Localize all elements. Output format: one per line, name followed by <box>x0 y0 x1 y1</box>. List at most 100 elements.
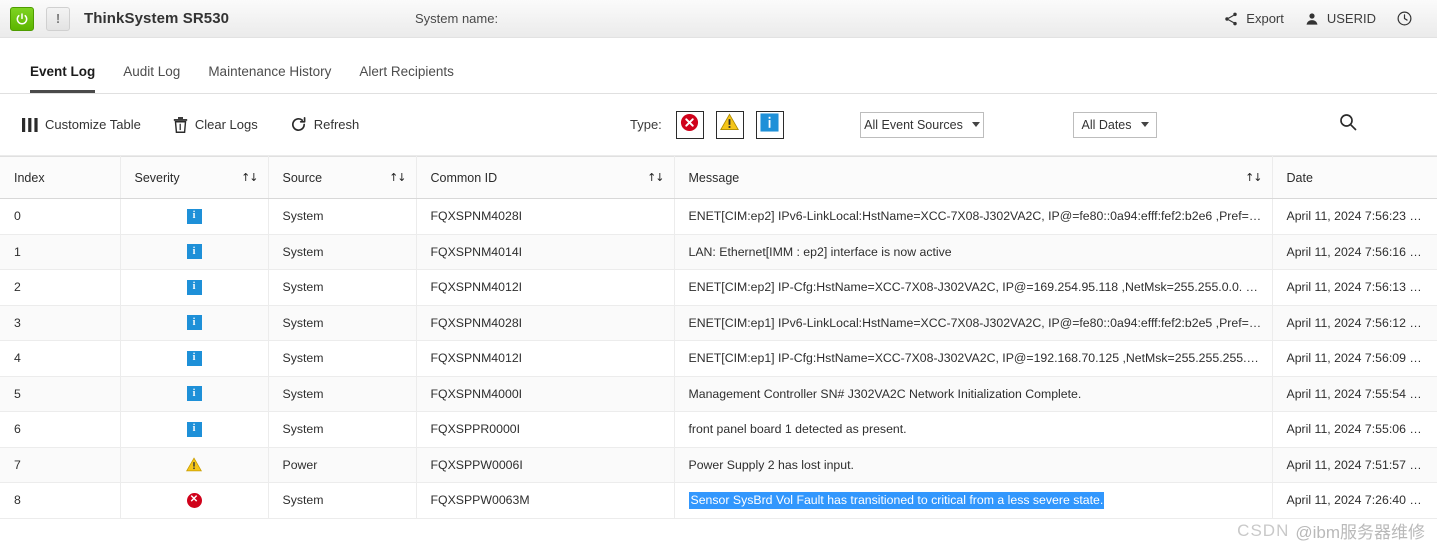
column-header-index[interactable]: Index <box>0 156 121 199</box>
dates-dropdown[interactable]: All Dates <box>1073 111 1157 138</box>
column-label-index: Index <box>14 170 45 185</box>
cell-index: 6 <box>0 411 121 448</box>
table-body: 0 i System FQXSPNM4028I ENET[CIM:ep2] IPv6-L… <box>0 198 1437 519</box>
cell-index: 0 <box>0 198 121 235</box>
cell-message: ENET[CIM:ep2] IP-Cfg:HstName=XCC-7X08-J3… <box>674 269 1273 306</box>
export-button[interactable]: Export <box>1213 11 1294 27</box>
cell-severity: i <box>120 198 269 235</box>
clock-icon <box>1396 10 1413 27</box>
tab-audit-log[interactable]: Audit Log <box>123 64 180 93</box>
cell-common-id: FQXSPNM4028I <box>416 198 675 235</box>
table-row[interactable]: 8 ✕ System FQXSPPW0063M Sensor SysBrd Vol Fa… <box>0 482 1437 519</box>
sort-toggle-message[interactable]: ↑↓ <box>1245 171 1262 184</box>
watermark: CSDN @ibm服务器维修 <box>1237 518 1425 543</box>
message-text: Power Supply 2 has lost input. <box>688 457 854 472</box>
watermark-brand: CSDN <box>1237 520 1290 540</box>
cell-severity: ✕ <box>120 482 269 519</box>
table-row[interactable]: 0 i System FQXSPNM4028I ENET[CIM:ep2] IPv6-L… <box>0 198 1437 235</box>
column-header-severity[interactable]: Severity ↑↓ <box>120 156 269 199</box>
column-header-common-id[interactable]: Common ID ↑↓ <box>416 156 675 199</box>
cell-date: April 11, 2024 7:26:40 PM <box>1272 482 1437 519</box>
sort-toggle-common-id[interactable]: ↑↓ <box>647 171 664 184</box>
tab-bar: Event Log Audit Log Maintenance History … <box>0 38 1437 94</box>
table-row[interactable]: 4 i System FQXSPNM4012I ENET[CIM:ep1] IP-Cfg… <box>0 340 1437 377</box>
sort-toggle-severity[interactable]: ↑↓ <box>241 171 258 184</box>
cell-index: 5 <box>0 376 121 412</box>
info-icon <box>760 112 779 137</box>
search-button[interactable] <box>1338 112 1358 137</box>
alert-glyph: ! <box>55 11 61 26</box>
table-row[interactable]: 5 i System FQXSPNM4000I Management Controlle… <box>0 376 1437 412</box>
column-header-date[interactable]: Date <box>1272 156 1437 199</box>
cell-index: 4 <box>0 340 121 377</box>
cell-date: April 11, 2024 7:55:06 PM <box>1272 411 1437 448</box>
clear-logs-button[interactable]: Clear Logs <box>173 116 258 133</box>
message-text: ENET[CIM:ep1] IPv6-LinkLocal:HstName=XCC… <box>688 315 1270 330</box>
trash-icon <box>173 116 188 133</box>
cell-severity: i <box>120 234 269 270</box>
critical-filter-button[interactable] <box>675 110 704 139</box>
event-sources-value: All Event Sources <box>864 117 963 132</box>
table-row[interactable]: 1 i System FQXSPNM4014I LAN: Ethernet[IMM : … <box>0 234 1437 270</box>
tab-alert-recipients[interactable]: Alert Recipients <box>359 64 454 93</box>
cell-source: System <box>268 411 417 448</box>
cell-date: April 11, 2024 7:56:09 PM <box>1272 340 1437 377</box>
table-row[interactable]: 3 i System FQXSPNM4028I ENET[CIM:ep1] IPv6-L… <box>0 305 1437 341</box>
cell-index: 1 <box>0 234 121 270</box>
cell-message: ENET[CIM:ep2] IPv6-LinkLocal:HstName=XCC… <box>674 198 1273 235</box>
cell-index: 8 <box>0 482 121 519</box>
type-filter-group: Type: <box>630 110 784 139</box>
clear-logs-label: Clear Logs <box>194 117 258 132</box>
table-header-row: Index Severity ↑↓ Source ↑↓ Common ID ↑↓… <box>0 156 1437 199</box>
cell-severity <box>120 447 269 483</box>
sort-toggle-source[interactable]: ↑↓ <box>389 171 406 184</box>
user-button[interactable]: USERID <box>1294 11 1386 27</box>
info-icon: i <box>186 421 202 437</box>
cell-severity: i <box>120 411 269 448</box>
table-row[interactable]: 6 i System FQXSPPR0000I front panel board 1 … <box>0 411 1437 448</box>
clock-button[interactable] <box>1386 10 1423 27</box>
message-text: LAN: Ethernet[IMM : ep2] interface is no… <box>688 244 952 259</box>
info-icon: i <box>186 350 202 366</box>
refresh-button[interactable]: Refresh <box>290 116 359 133</box>
customize-table-button[interactable]: Customize Table <box>22 117 141 132</box>
cell-date: April 11, 2024 7:56:12 PM <box>1272 305 1437 341</box>
message-text: front panel board 1 detected as present. <box>688 422 907 437</box>
info-filter-button[interactable] <box>755 110 784 139</box>
cell-common-id: FQXSPPR0000I <box>416 411 675 448</box>
cell-message: front panel board 1 detected as present. <box>674 411 1273 448</box>
event-sources-dropdown[interactable]: All Event Sources <box>860 111 984 138</box>
column-header-message[interactable]: Message ↑↓ <box>674 156 1273 199</box>
header-actions: Export USERID <box>1213 10 1423 27</box>
type-filter-label: Type: <box>630 117 662 132</box>
cell-severity: i <box>120 376 269 412</box>
table-row[interactable]: 7 Power FQXSPPW0006I Power Supply 2 has los… <box>0 447 1437 483</box>
info-icon: i <box>186 244 202 260</box>
cell-message: Power Supply 2 has lost input. <box>674 447 1273 483</box>
message-text: ENET[CIM:ep2] IPv6-LinkLocal:HstName=XCC… <box>688 209 1270 224</box>
warning-icon <box>186 457 202 472</box>
power-icon[interactable] <box>10 6 34 31</box>
table-row[interactable]: 2 i System FQXSPNM4012I ENET[CIM:ep2] IP-Cfg… <box>0 269 1437 306</box>
cell-date: April 11, 2024 7:56:23 PM <box>1272 198 1437 235</box>
selected-message-text: Sensor SysBrd Vol Fault has transitioned… <box>688 492 1105 510</box>
message-text: Management Controller SN# J302VA2C Netwo… <box>688 386 1082 401</box>
cell-source: System <box>268 305 417 341</box>
watermark-user: @ibm服务器维修 <box>1295 523 1425 542</box>
cell-message: ENET[CIM:ep1] IP-Cfg:HstName=XCC-7X08-J3… <box>674 340 1273 377</box>
cell-date: April 11, 2024 7:56:13 PM <box>1272 269 1437 306</box>
column-label-severity: Severity <box>134 170 180 185</box>
critical-icon <box>680 113 699 137</box>
critical-icon: ✕ <box>186 492 202 508</box>
page-title: ThinkSystem SR530 <box>84 10 230 27</box>
tab-maintenance-history[interactable]: Maintenance History <box>208 64 331 93</box>
cell-common-id: FQXSPNM4028I <box>416 305 675 341</box>
alert-icon[interactable]: ! <box>46 6 70 31</box>
cell-severity: i <box>120 269 269 306</box>
cell-message: ENET[CIM:ep1] IPv6-LinkLocal:HstName=XCC… <box>674 305 1273 341</box>
column-header-source[interactable]: Source ↑↓ <box>268 156 417 199</box>
cell-source: System <box>268 269 417 306</box>
cell-severity: i <box>120 340 269 377</box>
warning-filter-button[interactable] <box>715 110 744 139</box>
tab-event-log[interactable]: Event Log <box>30 64 96 93</box>
